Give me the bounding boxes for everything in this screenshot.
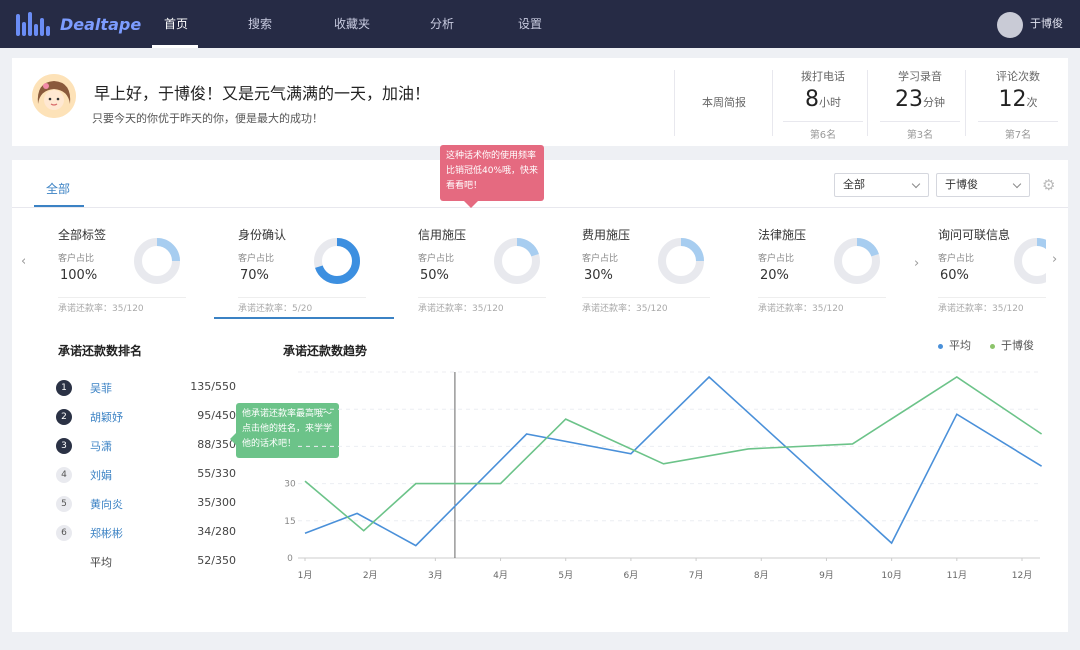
x-tick-label: 6月 (624, 570, 639, 581)
y-tick-label: 30 (284, 480, 296, 490)
x-tick-label: 2月 (363, 570, 378, 581)
x-tick-label: 5月 (558, 570, 573, 581)
x-tick-label: 4月 (493, 570, 508, 581)
y-tick-label: 15 (284, 517, 295, 527)
x-tick-label: 10月 (881, 570, 901, 581)
x-tick-label: 3月 (428, 570, 443, 581)
trend-chart: 0 15 30 1月 2月 3月 4月 5月 6月 7月 8月 9月 10月 11月 12月 (284, 371, 1043, 581)
x-tick-label: 1月 (298, 570, 313, 581)
y-tick-label: 0 (287, 554, 293, 564)
series-line-user (304, 376, 1043, 532)
x-tick-label: 12月 (1012, 570, 1032, 581)
x-tick-label: 11月 (947, 570, 967, 581)
x-tick-label: 7月 (689, 570, 704, 581)
x-tick-label: 8月 (754, 570, 769, 581)
x-tick-label: 9月 (819, 570, 834, 581)
